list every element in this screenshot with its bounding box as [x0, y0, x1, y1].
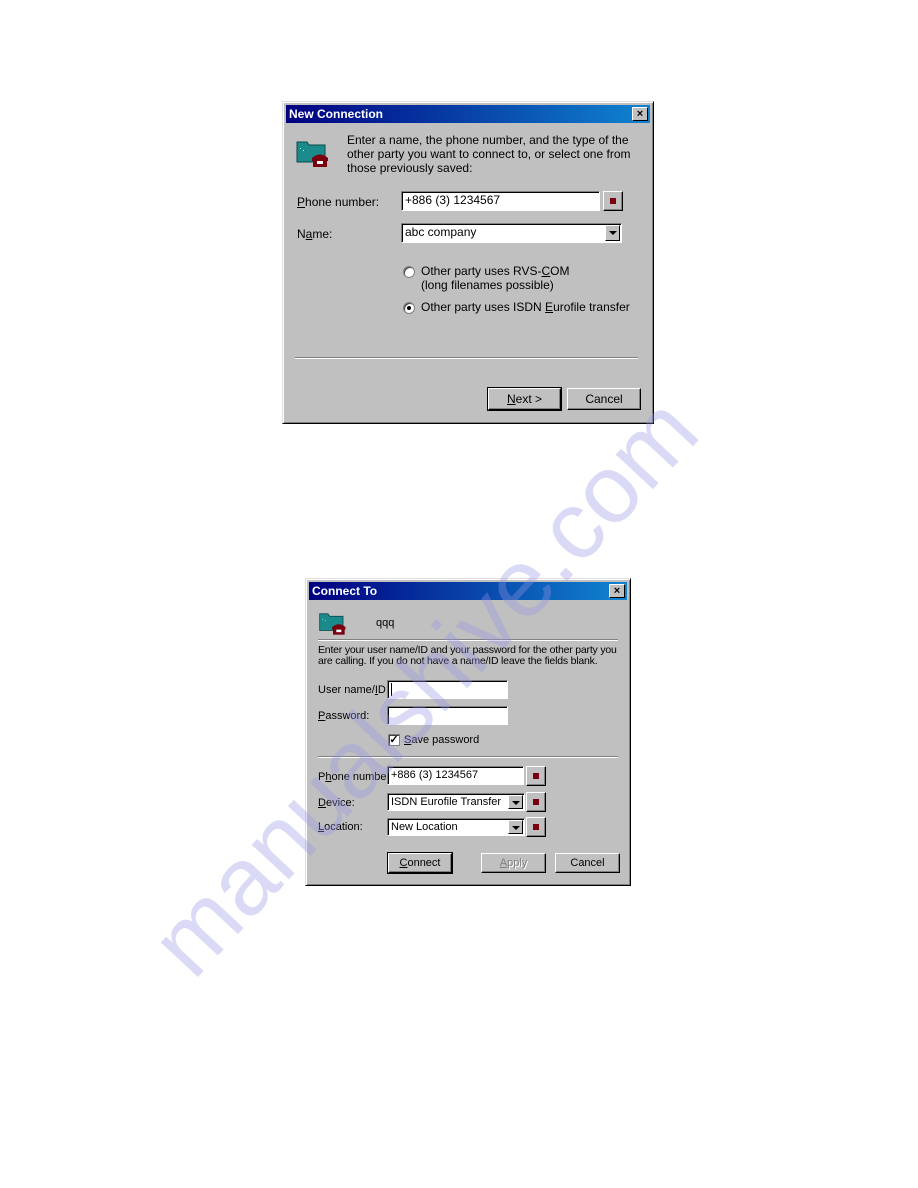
- new-connection-dialog: New Connection × Enter a name, the phone…: [282, 101, 654, 424]
- separator-top: [318, 639, 618, 641]
- device-value: ISDN Eurofile Transfer: [391, 796, 502, 808]
- name-label-rest: me:: [312, 227, 333, 241]
- square-icon: [610, 198, 616, 204]
- password-label: Password:: [318, 710, 369, 722]
- title-bar[interactable]: New Connection ×: [286, 105, 650, 123]
- apply-label: pply: [507, 857, 528, 869]
- rvs-label-rest: OM: [550, 264, 570, 278]
- intro-text: Enter your user name/ID and your passwor…: [318, 644, 617, 667]
- connect-label: onnect: [407, 857, 441, 869]
- close-icon: ×: [636, 108, 644, 120]
- location-label-rest: ocation:: [324, 821, 363, 833]
- chevron-down-icon[interactable]: [605, 225, 620, 241]
- isdn-label-start: Other party uses ISDN: [421, 300, 546, 314]
- device-combobox[interactable]: ISDN Eurofile Transfer: [387, 793, 525, 811]
- connect-button[interactable]: Connect: [387, 852, 453, 874]
- device-label-accel: D: [318, 797, 326, 809]
- connection-name: qqq: [376, 617, 395, 629]
- cancel-label: Cancel: [570, 857, 605, 869]
- phone-lookup-button[interactable]: [603, 191, 623, 211]
- username-label-start: User name/: [318, 684, 375, 696]
- phone-lookup-button[interactable]: [526, 766, 546, 786]
- square-icon: [533, 824, 539, 830]
- username-label: User name/ID:: [318, 684, 389, 696]
- phone-number-input[interactable]: +886 (3) 1234567: [387, 766, 524, 785]
- folder-phone-icon: [296, 141, 328, 167]
- phone-label-accel: P: [297, 195, 306, 209]
- save-password-rest: ave password: [411, 734, 480, 746]
- username-input[interactable]: [387, 680, 508, 699]
- name-label-start: N: [297, 227, 306, 241]
- close-icon: ×: [613, 585, 621, 597]
- isdn-label-accel: E: [545, 300, 554, 314]
- text-cursor: [391, 682, 392, 696]
- title-bar[interactable]: Connect To ×: [309, 582, 627, 600]
- cancel-label: Cancel: [585, 392, 623, 406]
- rvs-label-start: Other party uses RVS-: [421, 264, 542, 278]
- device-settings-button[interactable]: [526, 792, 546, 812]
- isdn-label-rest: urofile transfer: [553, 300, 630, 314]
- dialog-title: New Connection: [289, 107, 384, 121]
- name-value: abc company: [405, 225, 477, 239]
- rvs-label-line2: (long filenames possible): [421, 278, 554, 292]
- next-button[interactable]: Next >: [487, 387, 562, 411]
- location-value: New Location: [391, 821, 458, 833]
- intro-text: Enter a name, the phone number, and the …: [347, 133, 631, 175]
- radio-rvs-com[interactable]: [403, 266, 415, 278]
- dialog-title: Connect To: [312, 584, 378, 598]
- device-label: Device:: [318, 797, 355, 809]
- close-button[interactable]: ×: [632, 107, 648, 121]
- phone-number-label: Phone number:: [297, 195, 379, 209]
- cancel-button[interactable]: Cancel: [555, 853, 620, 873]
- name-combobox[interactable]: abc company: [401, 223, 622, 243]
- rvs-label-accel: C: [541, 264, 551, 278]
- square-icon: [533, 773, 539, 779]
- chevron-down-icon[interactable]: [508, 795, 523, 809]
- name-label: Name:: [297, 227, 332, 241]
- location-label: Location:: [318, 821, 363, 833]
- apply-accel: A: [499, 857, 508, 869]
- close-button[interactable]: ×: [609, 584, 625, 598]
- phone-number-input[interactable]: +886 (3) 1234567: [401, 191, 600, 211]
- folder-phone-icon: [319, 613, 346, 635]
- location-settings-button[interactable]: [526, 817, 546, 837]
- radio-isdn-eurofile-label[interactable]: Other party uses ISDN Eurofile transfer: [421, 300, 630, 314]
- save-password-checkbox[interactable]: ✓: [388, 734, 400, 746]
- separator: [295, 357, 638, 359]
- cancel-button[interactable]: Cancel: [567, 388, 641, 410]
- next-label: ext >: [515, 392, 543, 406]
- phone-label-rest: one number:: [331, 771, 394, 783]
- connect-to-dialog: Connect To × qqq Enter your user name/ID…: [305, 578, 631, 886]
- square-icon: [533, 799, 539, 805]
- phone-label-rest: hone number:: [305, 195, 380, 209]
- device-label-rest: evice:: [325, 797, 355, 809]
- separator-middle: [318, 756, 618, 758]
- phone-number-label: Phone number:: [318, 771, 393, 783]
- apply-button[interactable]: Apply: [481, 853, 546, 873]
- save-password-label[interactable]: Save password: [404, 734, 479, 746]
- location-combobox[interactable]: New Location: [387, 818, 525, 836]
- chevron-down-icon[interactable]: [508, 820, 523, 834]
- radio-rvs-com-label[interactable]: Other party uses RVS-COM (long filenames…: [421, 264, 570, 292]
- radio-isdn-eurofile[interactable]: [403, 302, 415, 314]
- password-label-rest: assword:: [325, 710, 370, 722]
- next-accel: N: [506, 392, 516, 406]
- password-input[interactable]: [387, 706, 508, 725]
